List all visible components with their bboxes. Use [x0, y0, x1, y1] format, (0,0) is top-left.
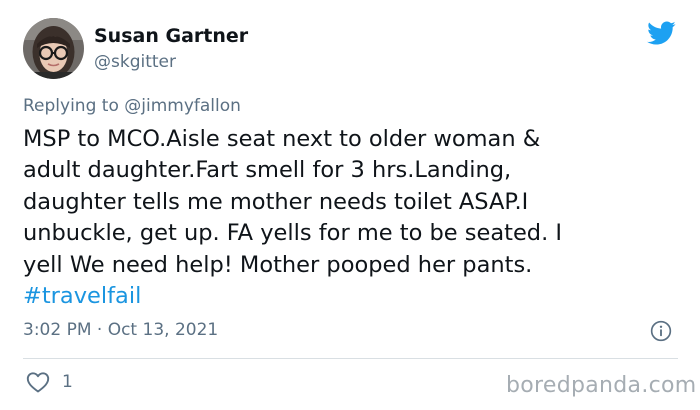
avatar-image: [23, 18, 84, 79]
reply-mention-link[interactable]: @jimmyfallon: [124, 96, 241, 116]
tweet-timestamp[interactable]: 3:02 PM · Oct 13, 2021: [23, 320, 218, 340]
divider: [23, 358, 678, 359]
reply-context: Replying to @jimmyfallon: [23, 96, 241, 116]
tweet-line: MSP to MCO.Aisle seat next to older woma…: [23, 126, 541, 152]
tweet-line: daughter tells me mother needs toilet AS…: [23, 188, 529, 215]
info-icon[interactable]: [650, 320, 672, 342]
like-count: 1: [62, 372, 73, 392]
tweet-text: MSP to MCO.Aisle seat next to older woma…: [23, 124, 673, 312]
author-handle[interactable]: @skgitter: [94, 52, 176, 72]
reply-prefix: Replying to: [23, 96, 119, 116]
author-name[interactable]: Susan Gartner: [94, 25, 248, 47]
tweet-line: unbuckle, get up. FA yells for me to be …: [23, 220, 563, 247]
tweet-line: yell We need help! Mother pooped her pan…: [23, 251, 533, 278]
tweet-line: adult daughter.Fart smell for 3 hrs.Land…: [23, 157, 512, 184]
hashtag-link[interactable]: #travelfail: [23, 281, 673, 312]
tweet-card: Susan Gartner @skgitter Replying to @jim…: [0, 0, 700, 410]
twitter-bird-icon[interactable]: [644, 18, 678, 48]
watermark: boredpanda.com: [506, 373, 697, 398]
heart-icon[interactable]: [26, 371, 50, 393]
avatar[interactable]: [23, 18, 84, 79]
